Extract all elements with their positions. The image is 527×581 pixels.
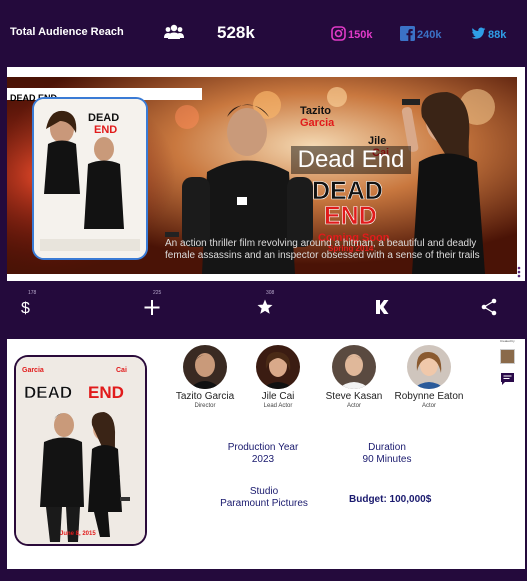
hero-movie-title: Dead End — [291, 146, 411, 174]
cast-name: Tazito Garcia — [175, 391, 235, 402]
cast-member[interactable]: Steve Kasan Actor — [314, 345, 394, 409]
created-by-label: Created by — [500, 339, 515, 343]
studio-block: Studio Paramount Pictures — [209, 486, 319, 510]
share-button[interactable] — [478, 296, 500, 318]
duration-block: Duration 90 Minutes — [347, 442, 427, 466]
svg-text:DEAD: DEAD — [312, 177, 383, 205]
duration-value: 90 Minutes — [362, 454, 412, 465]
poster-thumbnail-art: DEAD END — [34, 99, 146, 258]
cast-name: Robynne Eaton — [394, 391, 464, 402]
total-audience-reach-value: 528k — [217, 23, 255, 42]
svg-text:DEAD: DEAD — [24, 383, 72, 402]
add-button[interactable]: 225 — [141, 290, 163, 318]
chat-icon[interactable] — [500, 372, 515, 386]
duration-label: Duration — [368, 442, 406, 453]
action-bar: $ 178 225 308 — [0, 288, 527, 328]
studio-label: Studio — [249, 486, 279, 497]
hero-synopsis: An action thriller film revolving around… — [165, 238, 480, 261]
cast-role: Actor — [346, 403, 361, 409]
hero-banner-image[interactable]: DEAD END DEAD END Tazito Garcia Jile Cai… — [7, 77, 517, 274]
svg-text:END: END — [88, 383, 124, 402]
cast-member[interactable]: Robynne Eaton Actor — [389, 345, 469, 409]
instagram-count: 150k — [348, 29, 373, 41]
svg-text:Garcia: Garcia — [300, 117, 335, 129]
production-year-value: 2023 — [251, 454, 275, 465]
avatar — [256, 345, 300, 389]
kickstarter-button[interactable] — [371, 296, 393, 318]
hero-poster-thumbnail[interactable]: DEAD END — [32, 97, 148, 260]
avatar — [332, 345, 376, 389]
svg-text:June 8, 2015: June 8, 2015 — [60, 531, 96, 537]
svg-text:END: END — [94, 124, 117, 136]
cast-member[interactable]: Jile Cai Lead Actor — [238, 345, 318, 409]
stats-bar: Total Audience Reach 528k 150k 240k 88k — [0, 0, 527, 66]
avatar — [407, 345, 451, 389]
svg-text:END: END — [324, 202, 377, 230]
add-count: 225 — [153, 290, 162, 296]
dollar-icon: $ — [21, 300, 30, 317]
fund-button[interactable]: $ 178 — [16, 290, 38, 318]
production-year-label: Production Year — [227, 442, 299, 453]
share-icon — [481, 298, 497, 316]
svg-text:Cai: Cai — [116, 367, 127, 374]
hero-actor-tazito: Tazito — [300, 105, 331, 117]
more-options-icon[interactable] — [517, 266, 521, 278]
fund-count: 178 — [28, 290, 37, 296]
budget-value: Budget: 100,000$ — [349, 494, 432, 505]
total-audience-reach-label: Total Audience Reach — [10, 26, 124, 38]
cast-role: Lead Actor — [263, 403, 293, 409]
movie-detail-card: Garcia Cai DEAD END June 8, 2015 Tazito … — [7, 339, 525, 569]
star-icon — [257, 299, 273, 314]
plus-icon — [144, 300, 160, 315]
instagram-stat[interactable]: 150k — [331, 23, 372, 41]
movie-poster-art: Garcia Cai DEAD END June 8, 2015 — [16, 357, 145, 544]
cast-role: Actor — [421, 403, 436, 409]
svg-text:$: $ — [21, 300, 30, 317]
cast-member[interactable]: Tazito Garcia Director — [165, 345, 245, 409]
favorite-count: 308 — [266, 290, 275, 296]
kickstarter-icon — [376, 300, 389, 314]
svg-text:Garcia: Garcia — [22, 367, 44, 374]
facebook-icon — [400, 26, 415, 41]
twitter-stat[interactable]: 88k — [471, 23, 506, 41]
cast-role: Director — [194, 403, 216, 409]
creator-avatar[interactable] — [500, 349, 515, 364]
hero-card: DEAD END DEAD END Tazito Garcia Jile Cai… — [7, 67, 525, 281]
production-year-block: Production Year 2023 — [217, 442, 309, 466]
cast-name: Steve Kasan — [325, 391, 383, 402]
movie-poster[interactable]: Garcia Cai DEAD END June 8, 2015 — [16, 357, 145, 544]
cast-name: Jile Cai — [261, 391, 295, 402]
studio-value: Paramount Pictures — [220, 498, 308, 509]
svg-text:DEAD: DEAD — [88, 112, 119, 124]
audience-icon — [164, 24, 184, 39]
avatar — [183, 345, 227, 389]
favorite-button[interactable]: 308 — [254, 290, 276, 318]
twitter-icon — [471, 27, 486, 39]
twitter-count: 88k — [488, 29, 507, 41]
facebook-stat[interactable]: 240k — [400, 23, 441, 41]
facebook-count: 240k — [417, 29, 442, 41]
instagram-icon — [331, 26, 346, 41]
side-tools: Created by — [500, 339, 518, 391]
